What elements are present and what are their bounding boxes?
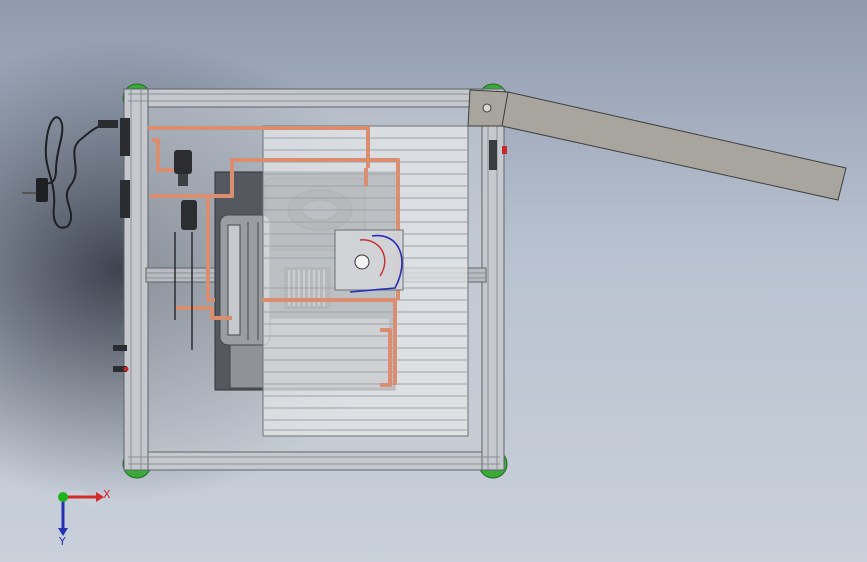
frame-top-rail: [127, 88, 501, 108]
triad-origin-icon: [58, 492, 68, 502]
cad-viewport[interactable]: X Y: [0, 0, 867, 562]
y-axis-label: Y: [58, 535, 66, 548]
valve-lower-icon: [181, 200, 197, 230]
coordinate-triad: X Y: [58, 488, 111, 548]
hinge-icon: [482, 103, 492, 113]
plug-connector: [98, 120, 118, 128]
cable-icon: [41, 116, 119, 229]
frame-bottom-rail: [127, 451, 501, 471]
terminal-icon: [354, 254, 370, 270]
x-axis-label: X: [103, 488, 111, 501]
open-lid: [467, 89, 847, 201]
power-plug-icon: [22, 178, 48, 202]
